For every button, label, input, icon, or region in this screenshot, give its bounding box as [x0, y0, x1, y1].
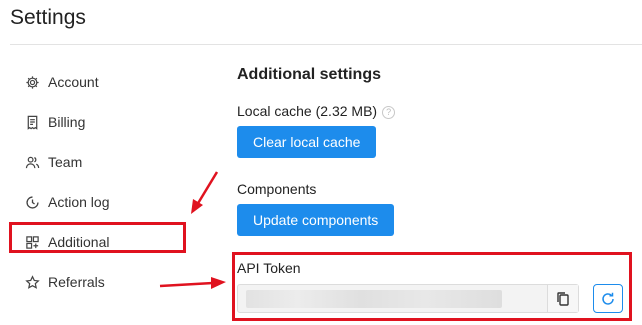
page-title: Settings	[10, 6, 86, 29]
refresh-icon	[600, 291, 616, 307]
sidebar-item-billing[interactable]: Billing	[10, 102, 190, 142]
section-heading: Additional settings	[237, 66, 381, 83]
regenerate-token-button[interactable]	[593, 284, 623, 313]
annotation-arrow-sidebar	[191, 171, 219, 214]
sidebar-item-label: Action log	[48, 194, 110, 210]
sidebar-item-action-log[interactable]: Action log	[10, 182, 190, 222]
local-cache-text: Local cache (2.32 MB)	[237, 103, 378, 119]
clear-local-cache-button[interactable]: Clear local cache	[237, 126, 377, 158]
receipt-icon	[24, 114, 40, 130]
sidebar-item-referrals[interactable]: Referrals	[10, 262, 190, 302]
sidebar-item-team[interactable]: Team	[10, 142, 190, 182]
api-token-value-redacted	[246, 290, 502, 308]
local-cache-label: Local cache (2.32 MB)?	[237, 103, 396, 119]
users-icon	[24, 154, 40, 170]
star-icon	[24, 274, 40, 290]
sidebar-item-label: Account	[48, 74, 99, 90]
help-icon[interactable]: ?	[382, 105, 396, 119]
clock-icon	[24, 194, 40, 210]
gear-icon	[24, 74, 40, 90]
sidebar-item-label: Billing	[48, 114, 86, 130]
sidebar-item-account[interactable]: Account	[10, 62, 190, 102]
sidebar-item-label: Team	[48, 154, 83, 170]
update-components-button[interactable]: Update components	[237, 204, 395, 236]
api-token-label: API Token	[237, 260, 301, 276]
sidebar: Account Billing Team Action log Addition…	[10, 62, 190, 302]
copy-button[interactable]	[547, 285, 578, 312]
annotation-highlight-additional	[9, 222, 186, 253]
components-label: Components	[237, 181, 317, 197]
sidebar-item-label: Referrals	[48, 274, 105, 290]
copy-icon	[556, 291, 570, 307]
header-divider	[10, 44, 642, 45]
api-token-field[interactable]	[237, 284, 579, 313]
